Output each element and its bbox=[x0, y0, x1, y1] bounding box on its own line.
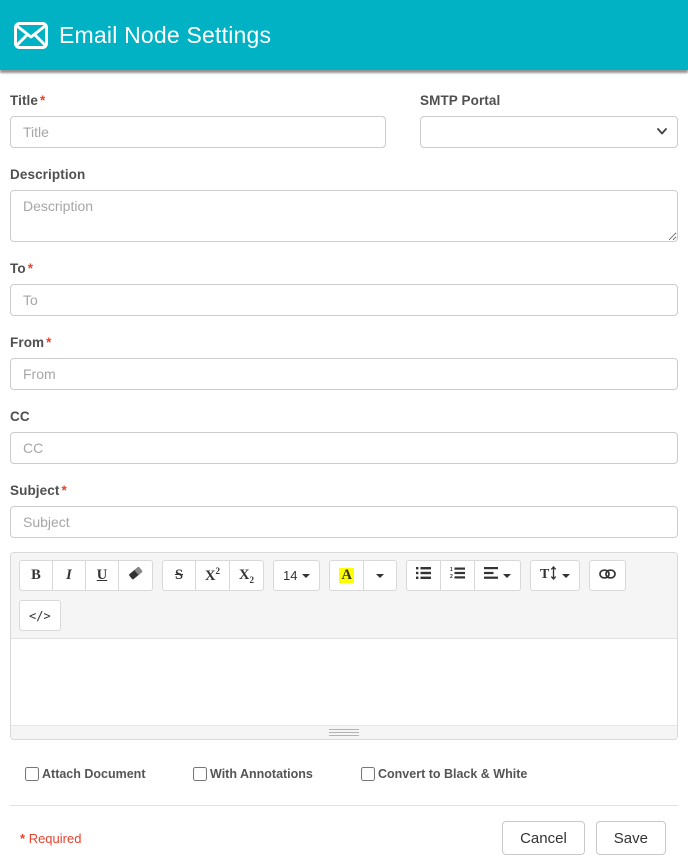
rich-text-editor: BIUSX2X214A12T</> bbox=[10, 552, 678, 740]
to-label: To* bbox=[10, 261, 678, 276]
cc-label: CC bbox=[10, 409, 678, 424]
smtp-portal-select[interactable] bbox=[420, 116, 678, 148]
link-icon bbox=[599, 567, 616, 584]
paragraph-align-button[interactable] bbox=[474, 560, 521, 591]
title-label: Title* bbox=[10, 93, 386, 108]
toolbar-button-group: BIU bbox=[19, 560, 153, 591]
caret-down-icon bbox=[562, 574, 570, 578]
toolbar-button-group: 12 bbox=[406, 560, 521, 591]
subscript-button[interactable]: X2 bbox=[229, 560, 264, 591]
toolbar-button-group: A bbox=[329, 560, 396, 591]
insert-link-button[interactable] bbox=[589, 560, 626, 591]
from-input[interactable] bbox=[10, 358, 678, 390]
dialog-footer: * Required Cancel Save bbox=[10, 806, 678, 855]
clear-format-button[interactable] bbox=[118, 560, 153, 591]
svg-text:T: T bbox=[540, 567, 550, 580]
cancel-button[interactable]: Cancel bbox=[502, 821, 585, 855]
svg-text:2: 2 bbox=[450, 574, 453, 579]
font-color-button[interactable]: A bbox=[329, 560, 363, 591]
resize-grip-icon[interactable] bbox=[329, 727, 359, 738]
unordered-list-button[interactable] bbox=[406, 560, 441, 591]
toolbar-button-group: 14 bbox=[273, 560, 320, 591]
toolbar-button-group: SX2X2 bbox=[162, 560, 264, 591]
dialog-header: Email Node Settings bbox=[0, 0, 688, 70]
bold-button[interactable]: B bbox=[19, 560, 53, 591]
attach-document-checkbox-input[interactable] bbox=[25, 767, 39, 781]
with-annotations-checkbox[interactable]: With Annotations bbox=[193, 767, 361, 781]
envelope-icon bbox=[14, 22, 48, 49]
more-colors-button[interactable] bbox=[363, 560, 397, 591]
title-input[interactable] bbox=[10, 116, 386, 148]
dialog-title: Email Node Settings bbox=[59, 22, 271, 49]
email-body-editable[interactable] bbox=[11, 639, 677, 725]
description-label: Description bbox=[10, 167, 678, 182]
required-asterisk: * bbox=[46, 335, 51, 350]
save-button[interactable]: Save bbox=[596, 821, 666, 855]
lineheight-icon: T bbox=[540, 566, 557, 585]
align-icon bbox=[484, 567, 498, 584]
cc-input[interactable] bbox=[10, 432, 678, 464]
strikethrough-button[interactable]: S bbox=[162, 560, 196, 591]
required-asterisk: * bbox=[28, 261, 33, 276]
line-height-button[interactable]: T bbox=[530, 560, 580, 591]
caret-down-icon bbox=[376, 574, 384, 578]
email-node-settings-dialog: Email Node Settings Title* SMTP Portal bbox=[0, 0, 688, 828]
required-asterisk: * bbox=[40, 93, 45, 108]
subject-input[interactable] bbox=[10, 506, 678, 538]
caret-down-icon bbox=[503, 574, 511, 578]
toolbar-button-group: T bbox=[530, 560, 580, 591]
eraser-icon bbox=[128, 566, 143, 585]
caret-down-icon bbox=[302, 574, 310, 578]
superscript-button[interactable]: X2 bbox=[195, 560, 230, 591]
svg-text:1: 1 bbox=[450, 567, 453, 573]
ul-icon bbox=[416, 567, 431, 584]
editor-toolbar: BIUSX2X214A12T</> bbox=[11, 553, 677, 639]
ol-icon: 12 bbox=[450, 567, 465, 584]
underline-button[interactable]: U bbox=[85, 560, 119, 591]
subject-label: Subject* bbox=[10, 483, 678, 498]
code-view-button[interactable]: </> bbox=[19, 600, 61, 631]
editor-resize-bar[interactable] bbox=[11, 725, 677, 739]
to-input[interactable] bbox=[10, 284, 678, 316]
ordered-list-button[interactable]: 12 bbox=[440, 560, 475, 591]
italic-button[interactable]: I bbox=[52, 560, 86, 591]
dialog-body: Title* SMTP Portal Description To bbox=[0, 70, 688, 855]
smtp-portal-label: SMTP Portal bbox=[420, 93, 678, 108]
convert-black-white-checkbox[interactable]: Convert to Black & White bbox=[361, 767, 529, 781]
toolbar-button-group: </> bbox=[19, 600, 61, 631]
from-label: From* bbox=[10, 335, 678, 350]
options-row: Attach Document With Annotations Convert… bbox=[10, 740, 678, 781]
font-size-button[interactable]: 14 bbox=[273, 560, 320, 591]
toolbar-button-group bbox=[589, 560, 626, 591]
attach-document-checkbox[interactable]: Attach Document bbox=[25, 767, 193, 781]
required-note: * Required bbox=[20, 831, 81, 846]
convert-black-white-checkbox-input[interactable] bbox=[361, 767, 375, 781]
description-textarea[interactable] bbox=[10, 190, 678, 242]
with-annotations-checkbox-input[interactable] bbox=[193, 767, 207, 781]
required-asterisk: * bbox=[61, 483, 66, 498]
